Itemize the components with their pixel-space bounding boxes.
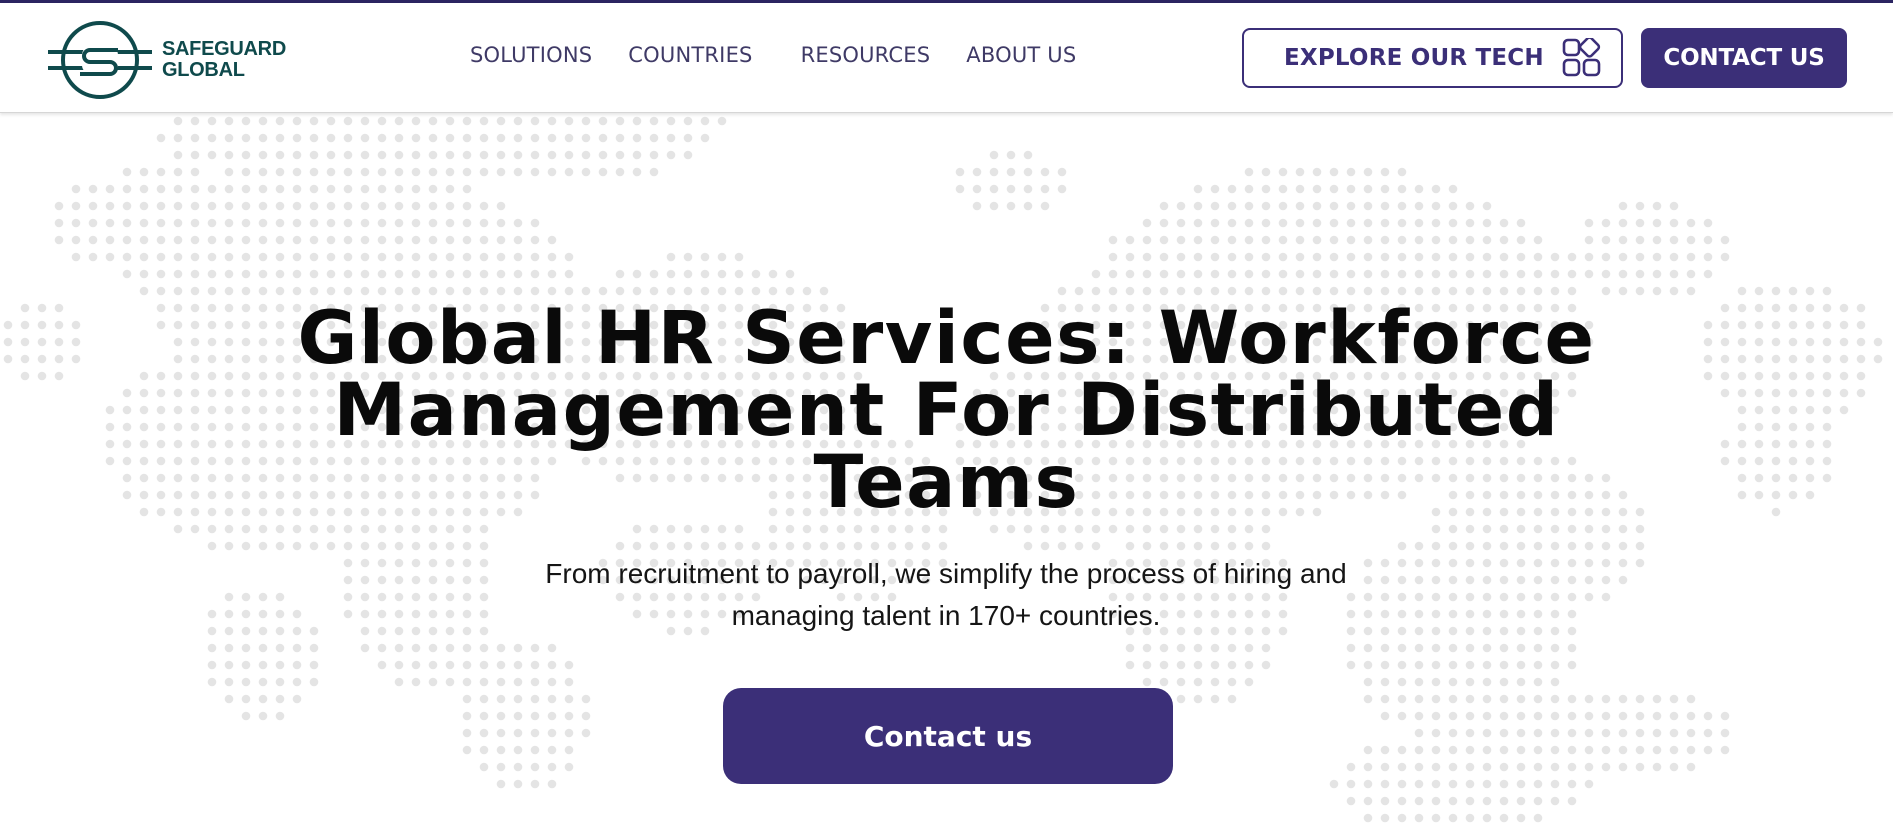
hero-title: Global HR Services: Workforce Management… xyxy=(297,296,1596,525)
main-nav: SOLUTIONS COUNTRIES RESOURCES ABOUT US xyxy=(470,43,1076,67)
nav-resources[interactable]: RESOURCES xyxy=(801,43,931,67)
contact-us-hero-label: Contact us xyxy=(863,719,1033,753)
brand-logo[interactable]: SAFEGUARD GLOBAL xyxy=(46,19,296,101)
brand-name-line1: SAFEGUARD xyxy=(162,38,286,60)
apps-grid-icon xyxy=(1562,38,1601,77)
hero-subtitle-line1: From recruitment to payroll, we simplify… xyxy=(545,558,1347,589)
nav-solutions[interactable]: SOLUTIONS xyxy=(470,43,592,67)
nav-countries[interactable]: COUNTRIES xyxy=(628,43,752,67)
explore-our-tech-label: EXPLORE OUR TECH xyxy=(1284,45,1544,71)
safeguard-logo-icon xyxy=(48,21,152,99)
brand-name-line2: GLOBAL xyxy=(162,59,245,81)
hero-subtitle-line2: managing talent in 170+ countries. xyxy=(731,600,1161,631)
hero-section: Global HR Services: Workforce Management… xyxy=(0,113,1893,838)
hero-subtitle: From recruitment to payroll, we simplify… xyxy=(496,553,1396,637)
explore-our-tech-button[interactable]: EXPLORE OUR TECH xyxy=(1242,28,1623,88)
contact-us-header-label: CONTACT US xyxy=(1663,45,1825,71)
brand-wordmark: SAFEGUARD GLOBAL xyxy=(162,39,286,81)
site-header: SAFEGUARD GLOBAL SOLUTIONS COUNTRIES RES… xyxy=(0,3,1893,113)
nav-about-us[interactable]: ABOUT US xyxy=(966,43,1076,67)
contact-us-hero-button[interactable]: Contact us xyxy=(723,688,1173,784)
contact-us-header-button[interactable]: CONTACT US xyxy=(1641,28,1847,88)
